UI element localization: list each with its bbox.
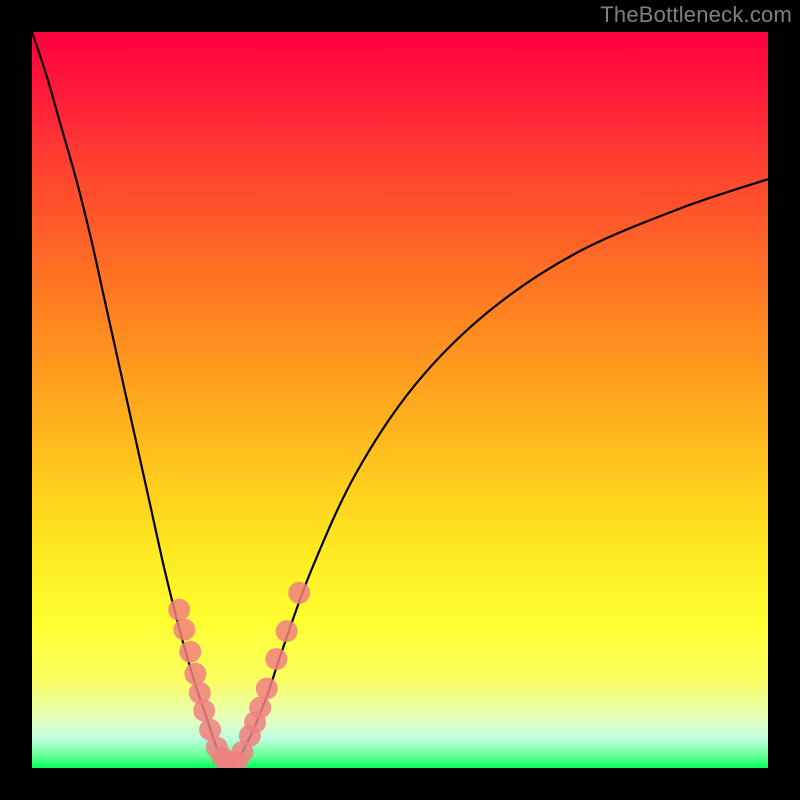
data-marker <box>173 619 195 641</box>
watermark-text: TheBottleneck.com <box>600 2 792 28</box>
chart-container: TheBottleneck.com <box>0 0 800 800</box>
marker-group <box>168 582 310 768</box>
curve-layer <box>32 32 768 768</box>
data-marker <box>193 700 215 722</box>
data-marker <box>168 599 190 621</box>
data-marker <box>249 697 271 719</box>
plot-area <box>32 32 768 768</box>
data-marker <box>265 648 287 670</box>
data-marker <box>179 641 201 663</box>
data-marker <box>184 663 206 685</box>
data-marker <box>256 678 278 700</box>
data-marker <box>288 582 310 604</box>
bottleneck-curve <box>32 32 768 768</box>
data-marker <box>276 620 298 642</box>
